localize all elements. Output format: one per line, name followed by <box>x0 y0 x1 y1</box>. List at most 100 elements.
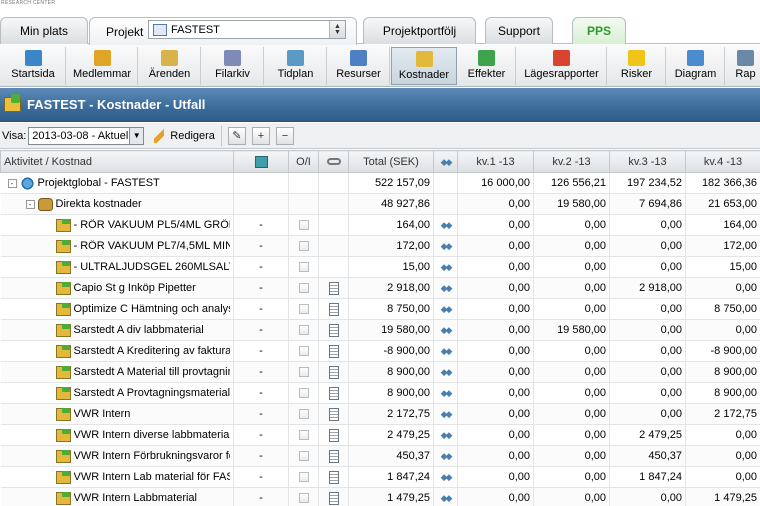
cell-oi[interactable] <box>288 319 319 341</box>
cell-oi[interactable] <box>288 361 319 383</box>
cell-oi[interactable] <box>288 424 319 446</box>
row-name[interactable]: VWR Intern Lab material för FASTEST <box>74 471 231 483</box>
table-row[interactable]: Sarstedt A div labbmaterial - 19 580,00 ◆◆ 0… <box>0 319 760 341</box>
tab-min-plats[interactable]: Min plats <box>0 17 88 44</box>
row-name[interactable]: VWR Intern <box>74 408 131 420</box>
move-arrows-icon[interactable]: ◆◆ <box>441 472 453 482</box>
oi-checkbox[interactable] <box>298 283 309 294</box>
cell-name[interactable]: - Direkta kostnader <box>0 193 234 215</box>
cell-name[interactable]: Sarstedt A Kreditering av faktura <box>0 340 234 362</box>
oi-checkbox[interactable] <box>298 451 309 462</box>
move-arrows-icon[interactable]: ◆◆ <box>441 262 453 272</box>
table-row[interactable]: VWR Intern -2 172,75 ◆◆ 0,00 0,00 0,00 2 172,7… <box>0 403 760 425</box>
oi-checkbox[interactable] <box>298 493 309 504</box>
move-arrows-icon[interactable]: ◆◆ <box>441 304 453 314</box>
tree-toggle[interactable]: - <box>25 199 35 209</box>
oi-checkbox[interactable] <box>298 409 309 420</box>
cell-oi[interactable] <box>288 403 319 425</box>
move-arrows-icon[interactable]: ◆◆ <box>441 325 453 335</box>
table-row[interactable]: - Projektglobal - FASTEST 522 157,09 16 000… <box>0 172 760 194</box>
cell-oi[interactable] <box>288 466 319 488</box>
toolbar-button-5[interactable]: Resurser <box>328 47 390 85</box>
cell-name[interactable]: Sarstedt A Provtagningsmaterial <box>0 382 234 404</box>
cell-name[interactable]: - Projektglobal - FASTEST <box>0 172 234 194</box>
settings-icon[interactable]: ✎ <box>227 126 246 145</box>
row-name[interactable]: VWR Intern Förbrukningsvaror för studien <box>74 450 231 462</box>
table-row[interactable]: - RÖR VAKUUM PL7/4,5ML MINTGRÖN- 172,00 ◆◆… <box>0 235 760 257</box>
document-icon[interactable] <box>328 365 339 379</box>
document-icon[interactable] <box>328 281 339 295</box>
document-icon[interactable] <box>328 386 339 400</box>
toolbar-button-7[interactable]: Effekter <box>458 47 516 85</box>
row-name[interactable]: - ULTRALJUDSGEL 260MLSALTFRI <box>74 261 231 273</box>
cell-name[interactable]: - RÖR VAKUUM PL5/4ML GRÖNLOCK <box>0 214 234 236</box>
document-icon[interactable] <box>328 491 339 505</box>
toolbar-button-1[interactable]: Medlemmar <box>67 47 138 85</box>
cell-oi[interactable] <box>288 487 319 506</box>
document-icon[interactable] <box>328 344 339 358</box>
cell-name[interactable]: - ULTRALJUDSGEL 260MLSALTFRI <box>0 256 234 278</box>
document-icon[interactable] <box>328 428 339 442</box>
row-name[interactable]: Sarstedt A div labbmaterial <box>74 324 204 336</box>
oi-checkbox[interactable] <box>298 304 309 315</box>
toolbar-button-10[interactable]: Diagram <box>667 47 725 85</box>
cell-name[interactable]: Sarstedt A div labbmaterial <box>0 319 234 341</box>
toolbar-button-4[interactable]: Tidplan <box>265 47 327 85</box>
collapse-all-icon[interactable]: − <box>275 126 294 145</box>
edit-button[interactable]: Redigera <box>154 125 222 146</box>
row-name[interactable]: VWR Intern diverse labbmaterial <box>74 429 231 441</box>
table-row[interactable]: Capio St g Inköp Pipetter - 2 918,00 ◆◆ 0,00… <box>0 277 760 299</box>
document-icon[interactable] <box>328 470 339 484</box>
table-row[interactable]: - RÖR VAKUUM PL5/4ML GRÖNLOCK- 164,00 ◆◆ 0,… <box>0 214 760 236</box>
table-row[interactable]: Optimize C Hämtning och analys prover- 8 … <box>0 298 760 320</box>
move-arrows-icon[interactable]: ◆◆ <box>441 220 453 230</box>
cell-oi[interactable] <box>288 235 319 257</box>
toolbar-button-2[interactable]: Ärenden <box>139 47 201 85</box>
oi-checkbox[interactable] <box>298 346 309 357</box>
cell-name[interactable]: Sarstedt A Material till provtagningsset <box>0 361 234 383</box>
table-row[interactable]: - Direkta kostnader 48 927,86 0,00 19 580,00… <box>0 193 760 215</box>
table-row[interactable]: - ULTRALJUDSGEL 260MLSALTFRI- 15,00 ◆◆ 0,00… <box>0 256 760 278</box>
row-name[interactable]: Projektglobal - FASTEST <box>38 177 160 189</box>
cell-name[interactable]: Optimize C Hämtning och analys prover <box>0 298 234 320</box>
oi-checkbox[interactable] <box>298 430 309 441</box>
row-name[interactable]: Sarstedt A Kreditering av faktura <box>74 345 231 357</box>
document-icon[interactable] <box>328 449 339 463</box>
oi-checkbox[interactable] <box>298 220 309 231</box>
project-select[interactable]: FASTEST ▲ ▼ <box>148 20 346 39</box>
tree-toggle[interactable]: - <box>7 178 17 188</box>
table-row[interactable]: VWR Intern Labbmaterial -1 479,25 ◆◆ 0,00 0,… <box>0 487 760 506</box>
move-arrows-icon[interactable]: ◆◆ <box>441 388 453 398</box>
cell-name[interactable]: VWR Intern <box>0 403 234 425</box>
oi-checkbox[interactable] <box>298 241 309 252</box>
oi-checkbox[interactable] <box>298 262 309 273</box>
header-hierarchy[interactable] <box>233 150 289 173</box>
visa-select[interactable]: 2013-03-08 - Aktuell ▼ <box>28 126 145 145</box>
row-name[interactable]: Sarstedt A Material till provtagningsset <box>74 366 231 378</box>
row-name[interactable]: - RÖR VAKUUM PL7/4,5ML MINTGRÖN <box>74 240 231 252</box>
table-row[interactable]: Sarstedt A Provtagningsmaterial - 8 900,00… <box>0 382 760 404</box>
table-row[interactable]: VWR Intern Förbrukningsvaror för studien… <box>0 445 760 467</box>
move-arrows-icon[interactable]: ◆◆ <box>441 241 453 251</box>
expand-all-icon[interactable]: + <box>251 126 270 145</box>
document-icon[interactable] <box>328 407 339 421</box>
toolbar-button-8[interactable]: Lägesrapporter <box>517 47 607 85</box>
toolbar-button-0[interactable]: Startsida <box>1 47 66 85</box>
cell-oi[interactable] <box>288 382 319 404</box>
cell-oi[interactable] <box>288 340 319 362</box>
tab-support[interactable]: Support <box>485 17 553 44</box>
row-name[interactable]: Sarstedt A Provtagningsmaterial <box>74 387 231 399</box>
row-name[interactable]: - RÖR VAKUUM PL5/4ML GRÖNLOCK <box>74 219 231 231</box>
cell-name[interactable]: VWR Intern Förbrukningsvaror för studien <box>0 445 234 467</box>
tab-pps[interactable]: PPS <box>572 17 626 44</box>
move-arrows-icon[interactable]: ◆◆ <box>441 493 453 503</box>
oi-checkbox[interactable] <box>298 325 309 336</box>
table-row[interactable]: VWR Intern diverse labbmaterial - 2 479,25… <box>0 424 760 446</box>
toolbar-button-6[interactable]: Kostnader <box>391 47 457 85</box>
table-row[interactable]: Sarstedt A Material till provtagningsset… <box>0 361 760 383</box>
document-icon[interactable] <box>328 323 339 337</box>
move-arrows-icon[interactable]: ◆◆ <box>441 409 453 419</box>
oi-checkbox[interactable] <box>298 367 309 378</box>
cell-name[interactable]: VWR Intern diverse labbmaterial <box>0 424 234 446</box>
document-icon[interactable] <box>328 302 339 316</box>
